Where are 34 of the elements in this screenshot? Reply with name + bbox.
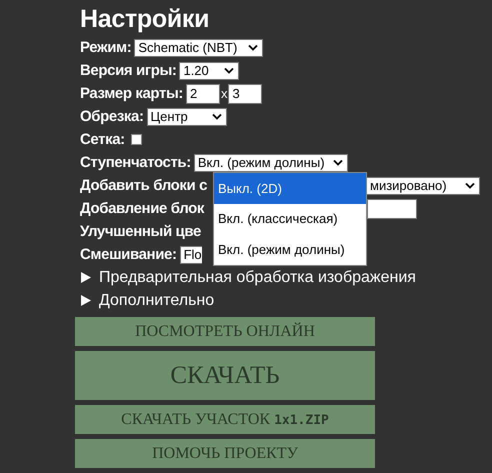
section-toggle[interactable]: Дополнительно xyxy=(99,292,214,310)
checkbox[interactable] xyxy=(130,134,142,145)
caret-icon xyxy=(332,159,343,166)
triangle-right-icon[interactable] xyxy=(81,295,91,306)
field-label: Добавление блок xyxy=(80,200,204,217)
field-label: Ступенчатость: xyxy=(80,154,191,171)
dropdown-option[interactable]: Вкл. (классическая) xyxy=(214,204,366,234)
select-field[interactable]: Schematic (NBT) xyxy=(134,38,264,56)
caret-icon xyxy=(224,67,234,74)
input-field[interactable]: 2 xyxy=(186,84,220,104)
section-toggle[interactable]: Предварительная обработка изображения xyxy=(99,268,416,286)
caret-icon xyxy=(248,44,258,51)
dropdown-option[interactable]: Выкл. (2D) xyxy=(214,173,366,204)
caret-icon xyxy=(465,182,475,189)
field-label: Улучшенный цве xyxy=(80,223,201,240)
caret-icon xyxy=(212,113,222,120)
select-field[interactable]: Flo xyxy=(180,246,202,264)
input-field[interactable]: 3 xyxy=(228,84,262,104)
times-sign: x xyxy=(220,86,228,101)
triangle-right-icon[interactable] xyxy=(81,272,91,283)
page-title: Настройки xyxy=(80,4,210,34)
input-field[interactable] xyxy=(367,198,417,218)
field-label: Обрезка: xyxy=(80,108,144,125)
select-field[interactable]: мизировано) xyxy=(367,176,480,194)
dropdown-option[interactable]: Вкл. (режим долины) xyxy=(214,234,366,264)
select-field[interactable]: Центр xyxy=(146,108,227,126)
field-label: Сетка: xyxy=(80,131,125,148)
field-label: Смешивание: xyxy=(80,246,177,263)
field-label: Добавить блоки с xyxy=(80,177,208,194)
field-label: Режим: xyxy=(80,39,132,56)
field-label: Версия игры: xyxy=(80,62,176,79)
field-label: Размер карты: xyxy=(80,85,183,102)
select-field[interactable]: Вкл. (режим долины) xyxy=(194,154,348,172)
select-field[interactable]: 1.20 xyxy=(179,62,240,80)
